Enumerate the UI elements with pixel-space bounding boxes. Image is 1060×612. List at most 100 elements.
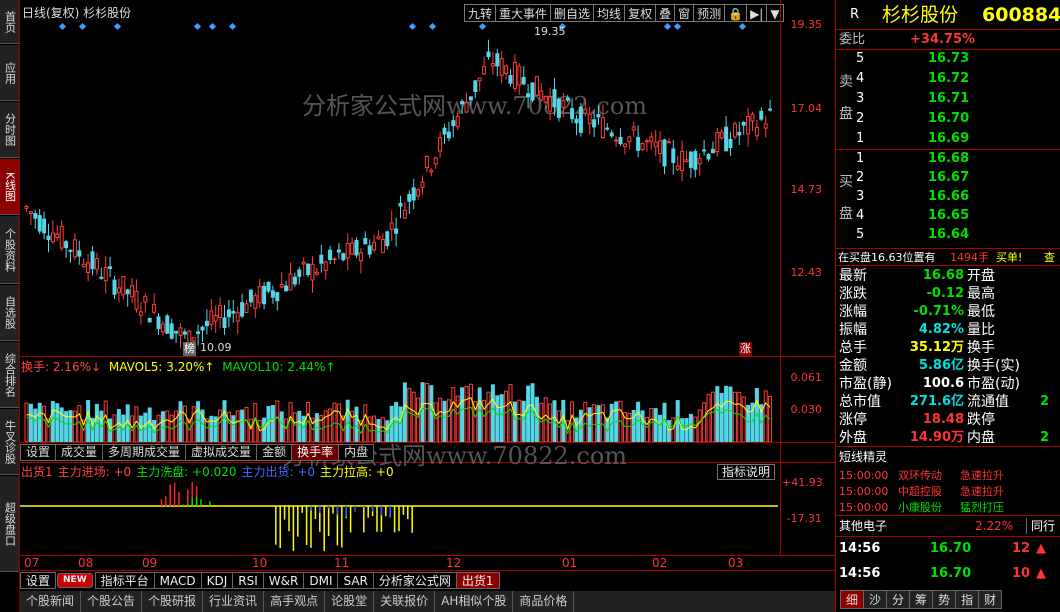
volume-tab[interactable]: 金额 xyxy=(256,444,293,461)
quote-tab[interactable]: 财 xyxy=(978,590,1003,609)
indicator-tab[interactable]: 出货1 xyxy=(455,572,500,589)
indicator-tab[interactable]: 设置 xyxy=(20,572,57,589)
candle-body xyxy=(662,139,667,167)
sector-name[interactable]: 其他电子 xyxy=(839,518,887,534)
quote-tab[interactable]: 指 xyxy=(955,590,980,609)
news-tab[interactable]: 行业资讯 xyxy=(203,591,265,612)
kline-chart[interactable] xyxy=(20,20,778,356)
nav-diagnosis[interactable]: 牛叉诊股 xyxy=(0,409,19,475)
candle-body xyxy=(556,98,561,118)
volume-tab[interactable]: 换手率 xyxy=(291,444,340,461)
indicator-chart[interactable] xyxy=(20,478,778,555)
quote-tab[interactable]: 筹 xyxy=(909,590,934,609)
candle-body xyxy=(292,276,297,285)
ask-level: 4 xyxy=(856,71,865,86)
indicator-tab[interactable]: SAR xyxy=(337,572,374,589)
indicator-tab[interactable]: 分析家公式网 xyxy=(372,572,457,589)
candle-body xyxy=(81,263,86,268)
news-tab[interactable]: 个股新闻 xyxy=(20,591,82,612)
turnover-bar xyxy=(653,408,658,442)
candle-body xyxy=(240,302,245,317)
quote-tab[interactable]: 沙 xyxy=(863,590,888,609)
nav-kline[interactable]: K线图 xyxy=(0,159,19,215)
short-stock[interactable]: 小康股份 xyxy=(898,500,942,516)
turnover-bar xyxy=(292,412,297,442)
ask-price: 16.71 xyxy=(928,91,970,106)
quote-tab[interactable]: 分 xyxy=(886,590,911,609)
turnover-bar xyxy=(429,385,434,442)
indicator-tab[interactable]: DMI xyxy=(303,572,339,589)
turnover-chart[interactable] xyxy=(20,370,778,442)
turnover-bar xyxy=(737,391,742,442)
news-tab[interactable]: 商品价格 xyxy=(513,591,575,612)
news-tab[interactable]: 高手观点 xyxy=(264,591,326,612)
nav-stock-info[interactable]: 个股资料 xyxy=(0,216,19,284)
rank-tag[interactable]: 榜 xyxy=(183,342,196,356)
candle-body xyxy=(482,66,487,75)
stat-value: -0.12 xyxy=(926,286,964,301)
turnover-bar xyxy=(464,386,469,442)
order-query-link[interactable]: 查 xyxy=(1044,250,1055,266)
turnover-bar xyxy=(460,387,465,442)
stat-value: 4.82% xyxy=(918,322,964,337)
indicator-tab[interactable]: 指标平台 xyxy=(94,572,155,589)
nav-apps[interactable]: 应用 xyxy=(0,45,19,101)
news-tab[interactable]: 论股堂 xyxy=(325,591,375,612)
candle-body xyxy=(609,132,614,137)
nav-ranking[interactable]: 综合排名 xyxy=(0,342,19,408)
candle-body xyxy=(275,292,280,302)
candle-body xyxy=(446,131,451,139)
candle-body xyxy=(306,263,311,276)
candle-body xyxy=(270,290,275,298)
sector-same-link[interactable]: 同行 xyxy=(1026,518,1055,534)
news-tab[interactable]: 个股公告 xyxy=(81,591,143,612)
indicator-tab[interactable]: RSI xyxy=(232,572,264,589)
news-tab[interactable]: 个股研报 xyxy=(142,591,204,612)
indicator-tab[interactable]: MACD xyxy=(153,572,202,589)
candle-body xyxy=(90,251,95,270)
quote-tab[interactable]: 细 xyxy=(840,590,865,609)
turnover-bar xyxy=(627,412,632,442)
nav-watchlist[interactable]: 自选股 xyxy=(0,285,19,341)
indicator-tab[interactable]: W&R xyxy=(262,572,305,589)
candle-body xyxy=(605,127,610,130)
turnover-bar xyxy=(147,407,152,442)
rise-tag[interactable]: 涨 xyxy=(739,342,752,356)
candle-body xyxy=(429,169,434,173)
nav-timeshare[interactable]: 分时图 xyxy=(0,102,19,158)
chart-area: 日线(复权) 杉杉股份 九转 重大事件 删自选 均线 复权叠窗预测 🔒 ▶| ▼ 19.35 … xyxy=(20,0,835,612)
candle-body xyxy=(561,100,566,108)
volume-tab[interactable]: 多周期成交量 xyxy=(102,444,187,461)
candle-body xyxy=(473,80,478,92)
volume-tab[interactable]: 设置 xyxy=(20,444,57,461)
turnover-bar xyxy=(455,395,460,442)
event-diamond xyxy=(78,22,87,31)
nav-home[interactable]: 首页 xyxy=(0,0,19,44)
indicator-tab[interactable]: KDJ xyxy=(200,572,234,589)
nav-super-panel[interactable]: 超级盘口 xyxy=(0,476,19,572)
volume-tab[interactable]: 成交量 xyxy=(55,444,104,461)
turnover-bar xyxy=(706,394,711,442)
news-tab[interactable]: AH相似个股 xyxy=(435,591,514,612)
divider xyxy=(836,149,1060,150)
quote-tab[interactable]: 势 xyxy=(932,590,957,609)
turnover-tick: 0.061 xyxy=(790,371,823,384)
event-diamond xyxy=(738,22,747,31)
volume-tab[interactable]: 虚拟成交量 xyxy=(185,444,258,461)
short-stock[interactable]: 中超控股 xyxy=(898,484,942,500)
date-axis: 07 08 09 10 11 12 01 02 03 xyxy=(20,556,780,570)
news-tab[interactable]: 关联报价 xyxy=(374,591,436,612)
candle-body xyxy=(521,77,526,85)
indicator-tab[interactable]: NEW xyxy=(57,573,93,588)
candle-body xyxy=(750,113,755,122)
turnover-bar xyxy=(732,391,737,442)
candle-body xyxy=(358,252,363,262)
candle-body xyxy=(499,58,504,76)
tick-time: 14:56 xyxy=(839,541,881,556)
volume-tab[interactable]: 内盘 xyxy=(338,444,375,461)
chart-title: 日线(复权) 杉杉股份 xyxy=(22,6,132,20)
candle-body xyxy=(310,263,315,281)
short-stock[interactable]: 双环传动 xyxy=(898,468,942,484)
candle-body xyxy=(402,209,407,219)
stat-value: 16.68 xyxy=(922,268,964,283)
